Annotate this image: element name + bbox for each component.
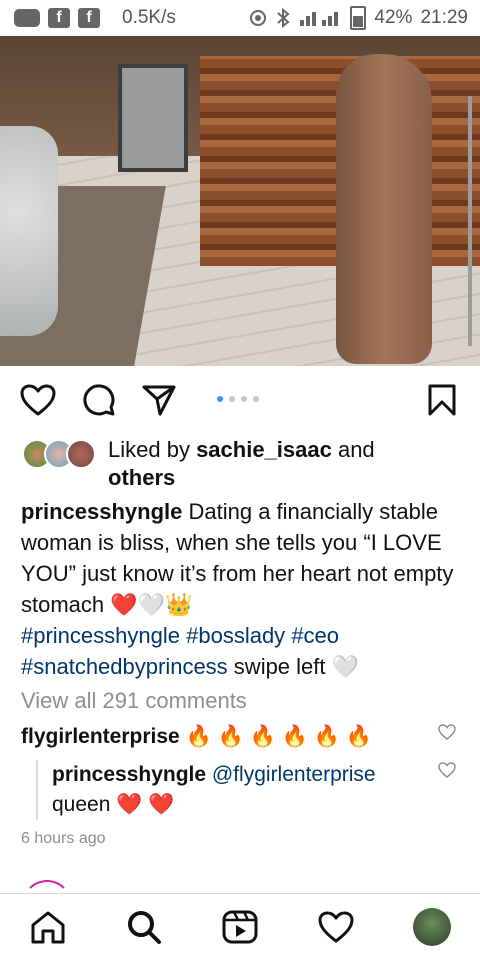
bottom-navigation (0, 893, 480, 961)
reply-username[interactable]: princesshyngle (52, 763, 206, 786)
liker-avatars (22, 439, 98, 469)
reply-text: queen ❤️ ❤️ (52, 793, 175, 816)
signal-icon (300, 12, 339, 26)
hashtag[interactable]: #princesshyngle (21, 623, 180, 648)
wine-fridge (118, 64, 188, 172)
likes-others[interactable]: others (108, 465, 175, 490)
comment-like-heart-icon[interactable] (438, 724, 456, 740)
like-heart-icon[interactable] (20, 384, 56, 416)
post-caption: princesshyngle Dating a financially stab… (21, 496, 471, 682)
save-bookmark-icon[interactable] (427, 383, 457, 417)
hotspot-icon (250, 10, 267, 26)
message-icon (14, 9, 40, 27)
hashtag[interactable]: #snatchedbyprincess (21, 654, 228, 679)
likes-prefix: Liked by (108, 437, 197, 462)
caption-username[interactable]: princesshyngle (21, 499, 182, 524)
carousel-dot (229, 396, 235, 402)
carousel-dot (217, 396, 223, 402)
battery-icon (350, 6, 367, 30)
share-icon[interactable] (142, 384, 176, 416)
comment-icon[interactable] (82, 383, 116, 417)
hashtag[interactable]: #bosslady (186, 623, 285, 648)
activity-heart-icon[interactable] (318, 911, 354, 943)
likes-suffix: and (331, 437, 375, 462)
hashtag[interactable]: #ceo (291, 623, 339, 648)
comment: flygirlenterprise 🔥 🔥 🔥 🔥 🔥 🔥 (21, 722, 441, 752)
profile-avatar[interactable] (413, 908, 451, 946)
home-icon[interactable] (30, 910, 66, 944)
facebook-icon: f (78, 8, 100, 28)
post-timestamp: 6 hours ago (21, 830, 106, 847)
likes-text: Liked by sachie_isaac and others (108, 436, 468, 492)
carousel-dot (241, 396, 247, 402)
comment-reply: princesshyngle @flygirlenterprise queen … (36, 760, 432, 820)
comment-username[interactable]: flygirlenterprise (21, 725, 180, 748)
liker-username[interactable]: sachie_isaac (196, 437, 332, 462)
reels-icon[interactable] (222, 910, 258, 944)
bluetooth-icon (277, 8, 290, 28)
reply-mention[interactable]: @flygirlenterprise (212, 763, 376, 786)
status-bar: f f 0.5K/s 42% 21:29 (0, 0, 480, 36)
battery-level: 42% (374, 7, 413, 28)
avatar (66, 439, 96, 469)
person-figure (336, 54, 432, 364)
view-all-comments-link[interactable]: View all 291 comments (21, 688, 247, 714)
search-icon[interactable] (126, 909, 162, 945)
carousel-dot (253, 396, 259, 402)
reply-like-heart-icon[interactable] (438, 762, 456, 778)
carousel-indicator (217, 396, 259, 402)
post-image[interactable] (0, 36, 480, 366)
chair (0, 126, 58, 336)
comment-text: 🔥 🔥 🔥 🔥 🔥 🔥 (179, 725, 372, 748)
network-speed: 0.5K/s (122, 7, 176, 28)
clock: 21:29 (420, 7, 468, 28)
caption-after-text: swipe left 🤍 (227, 654, 360, 679)
facebook-icon: f (48, 8, 70, 28)
